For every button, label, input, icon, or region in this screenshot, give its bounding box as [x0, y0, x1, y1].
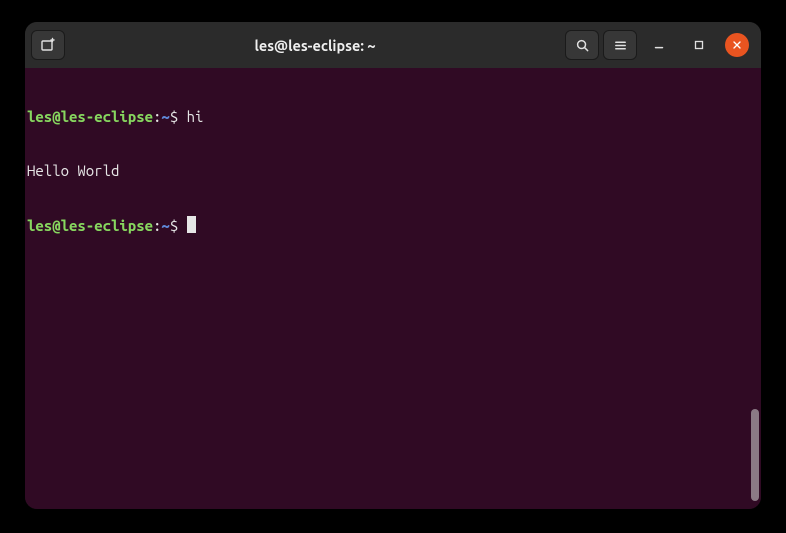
new-tab-icon — [40, 37, 56, 53]
scrollbar-thumb[interactable] — [751, 409, 759, 501]
search-icon — [575, 38, 590, 53]
prompt-line: les@les-eclipse:~$ hi — [27, 108, 759, 126]
titlebar-right — [565, 30, 755, 60]
prompt-user-host: les@les-eclipse — [27, 108, 153, 125]
window-title: les@les-eclipse: ~ — [69, 37, 561, 54]
menu-button[interactable] — [603, 30, 637, 60]
prompt-line: les@les-eclipse:~$ — [27, 216, 759, 235]
prompt-dollar: $ — [170, 217, 178, 234]
output-line: Hello World — [27, 162, 759, 180]
command-text — [178, 217, 195, 234]
minimize-button[interactable] — [641, 30, 677, 60]
cursor — [187, 216, 196, 233]
terminal-body[interactable]: les@les-eclipse:~$ hi Hello World les@le… — [25, 68, 761, 509]
prompt-dollar: $ — [170, 108, 178, 125]
prompt-path: ~ — [161, 217, 169, 234]
prompt-path: ~ — [161, 108, 169, 125]
output-text: Hello World — [27, 162, 119, 179]
maximize-button[interactable] — [681, 30, 717, 60]
close-icon — [731, 39, 743, 51]
command-text: hi — [178, 108, 203, 125]
maximize-icon — [692, 38, 706, 52]
new-tab-button[interactable] — [31, 30, 65, 60]
titlebar-left — [31, 30, 65, 60]
terminal-window: les@les-eclipse: ~ — [25, 22, 761, 509]
search-button[interactable] — [565, 30, 599, 60]
close-button[interactable] — [725, 33, 749, 57]
hamburger-icon — [613, 38, 628, 53]
titlebar: les@les-eclipse: ~ — [25, 22, 761, 68]
minimize-icon — [652, 38, 666, 52]
prompt-user-host: les@les-eclipse — [27, 217, 153, 234]
